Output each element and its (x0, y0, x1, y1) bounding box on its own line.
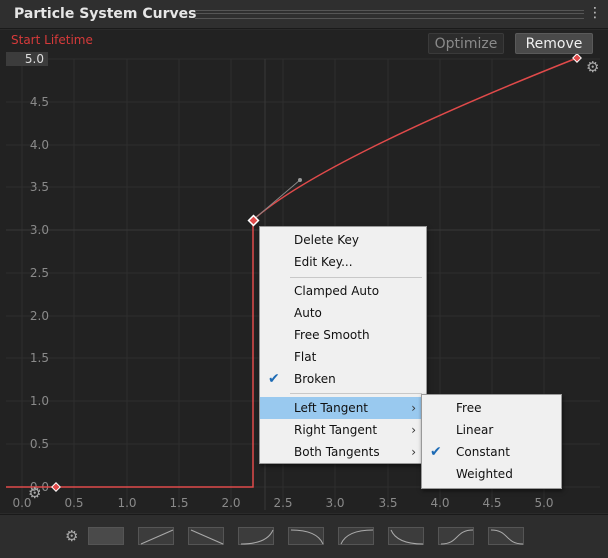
menu-item-edit-key[interactable]: Edit Key... (260, 251, 426, 273)
remove-button[interactable]: Remove (515, 33, 593, 54)
x-tick-label: 0.5 (64, 496, 83, 510)
tangent-handle-line (252, 179, 301, 221)
x-tick-label: 4.0 (430, 496, 449, 510)
preset-ease-in-down[interactable] (388, 527, 424, 545)
submenu-item-linear[interactable]: Linear (422, 419, 561, 441)
x-tick-label: 1.0 (117, 496, 136, 510)
y-tick-label: 1.0 (30, 394, 49, 408)
menu-item-both-tangents[interactable]: Both Tangents › (260, 441, 426, 463)
menu-separator (290, 393, 422, 394)
check-icon: ✔ (268, 371, 280, 387)
menu-item-free-smooth[interactable]: Free Smooth (260, 324, 426, 346)
preset-ease-in-out-down[interactable] (488, 527, 524, 545)
preset-flat[interactable] (88, 527, 124, 545)
y-tick-label: 2.0 (30, 309, 49, 323)
menu-item-left-tangent[interactable]: Left Tangent › (260, 397, 426, 419)
preset-linear-up[interactable] (138, 527, 174, 545)
y-tick-label: 3.5 (30, 180, 49, 194)
y-tick-label: 2.5 (30, 266, 49, 280)
chevron-right-icon: › (411, 401, 416, 415)
chevron-right-icon: › (411, 445, 416, 459)
submenu-item-free[interactable]: Free (422, 397, 561, 419)
preset-linear-down[interactable] (188, 527, 224, 545)
y-tick-label: 4.0 (30, 138, 49, 152)
menu-item-right-tangent[interactable]: Right Tangent › (260, 419, 426, 441)
menu-item-delete-key[interactable]: Delete Key (260, 229, 426, 251)
x-tick-label: 4.5 (482, 496, 501, 510)
preset-ease-in[interactable] (238, 527, 274, 545)
menu-item-auto[interactable]: Auto (260, 302, 426, 324)
x-tick-label: 5.0 (534, 496, 553, 510)
tangent-submenu: Free Linear ✔ Constant Weighted (421, 394, 562, 489)
x-tick-label: 2.5 (273, 496, 292, 510)
menu-item-flat[interactable]: Flat (260, 346, 426, 368)
x-tick-label: 3.0 (325, 496, 344, 510)
optimize-button[interactable]: Optimize (428, 33, 504, 54)
y-tick-label: 0.5 (30, 437, 49, 451)
preset-ease-out-down[interactable] (288, 527, 324, 545)
preset-ease-in-out[interactable] (438, 527, 474, 545)
context-menu: Delete Key Edit Key... Clamped Auto Auto… (259, 226, 427, 464)
y-tick-label: 3.0 (30, 223, 49, 237)
x-tick-label: 2.0 (221, 496, 240, 510)
preset-ease-out[interactable] (338, 527, 374, 545)
y-tick-label: 1.5 (30, 351, 49, 365)
presets-bar: ⚙ (0, 514, 608, 558)
gear-icon[interactable]: ⚙ (28, 484, 41, 502)
submenu-item-constant[interactable]: ✔ Constant (422, 441, 561, 463)
y-tick-label: 4.5 (30, 95, 49, 109)
menu-item-broken[interactable]: ✔ Broken (260, 368, 426, 390)
menu-separator (290, 277, 422, 278)
x-tick-label: 1.5 (169, 496, 188, 510)
key-point[interactable] (572, 53, 582, 63)
submenu-item-weighted[interactable]: Weighted (422, 463, 561, 485)
menu-item-clamped-auto[interactable]: Clamped Auto (260, 280, 426, 302)
x-tick-label: 3.5 (378, 496, 397, 510)
gear-icon[interactable]: ⚙ (65, 527, 78, 545)
check-icon: ✔ (430, 444, 442, 460)
gear-icon[interactable]: ⚙ (586, 58, 599, 76)
curve-label: Start Lifetime (11, 33, 93, 47)
key-point[interactable] (51, 482, 61, 492)
chevron-right-icon: › (411, 423, 416, 437)
tangent-handle[interactable] (298, 178, 302, 182)
y-max-field[interactable]: 5.0 (6, 52, 48, 66)
